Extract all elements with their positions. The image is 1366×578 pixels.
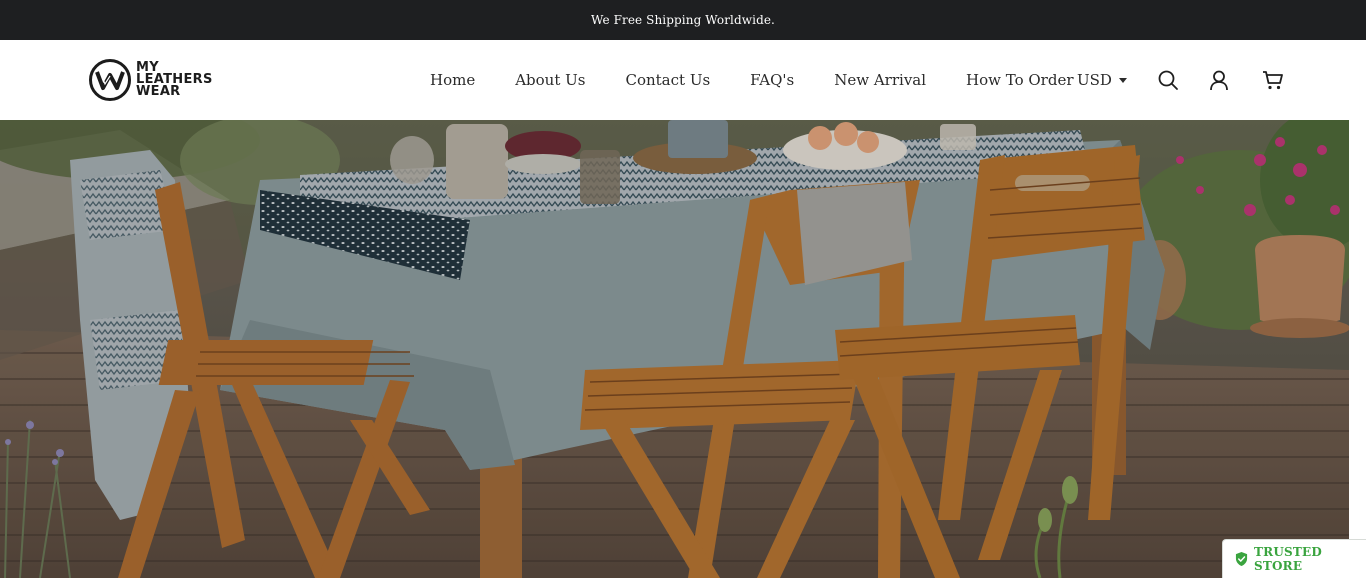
announcement-text: We Free Shipping Worldwide. (591, 13, 775, 27)
cart-button[interactable] (1261, 68, 1285, 92)
site-logo[interactable]: MY LEATHERS WEAR (88, 58, 213, 102)
main-nav: Home About Us Contact Us FAQ's New Arriv… (430, 40, 1114, 120)
hero-banner[interactable] (0, 120, 1349, 578)
site-header: MY LEATHERS WEAR Home About Us Contact U… (0, 40, 1366, 120)
search-button[interactable] (1156, 68, 1180, 92)
hero-image (0, 120, 1349, 578)
nav-home[interactable]: Home (430, 71, 475, 89)
logo-mark-icon (89, 59, 131, 101)
shield-check-icon (1235, 552, 1248, 566)
search-icon (1158, 70, 1178, 90)
announcement-bar: We Free Shipping Worldwide. (0, 0, 1366, 40)
account-icon (1210, 70, 1228, 91)
trusted-store-badge[interactable]: TRUSTED STORE (1222, 539, 1366, 578)
page-scrollbar-track[interactable] (1349, 120, 1366, 578)
currency-value: USD (1077, 71, 1112, 89)
nav-about-us[interactable]: About Us (515, 71, 585, 89)
nav-new-arrival[interactable]: New Arrival (834, 71, 926, 89)
currency-selector[interactable]: USD (1077, 40, 1127, 120)
nav-contact-us[interactable]: Contact Us (625, 71, 710, 89)
nav-how-to-order[interactable]: How To Order (966, 71, 1073, 89)
logo-line-3: WEAR (136, 84, 181, 99)
caret-down-icon (1118, 77, 1127, 83)
nav-faqs[interactable]: FAQ's (750, 71, 794, 89)
cart-icon (1263, 71, 1283, 90)
trusted-store-label: TRUSTED STORE (1254, 545, 1322, 573)
logo-wordmark: MY LEATHERS WEAR (136, 61, 213, 99)
account-button[interactable] (1207, 68, 1231, 92)
